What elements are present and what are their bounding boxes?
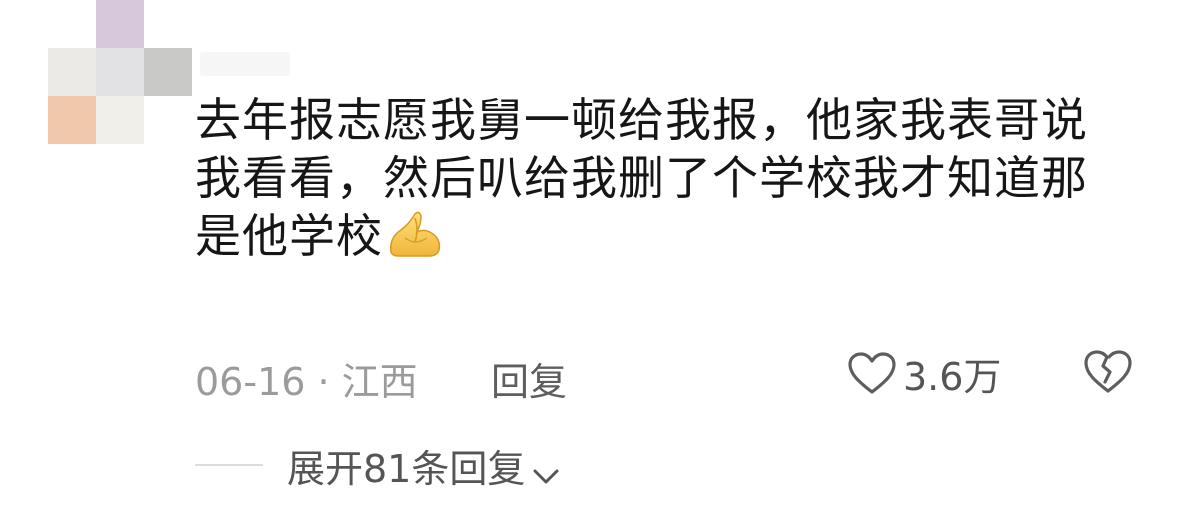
chevron-down-icon[interactable] — [531, 453, 561, 484]
hands-together-emoji-icon — [385, 208, 445, 260]
date-location: 06-16 · 江西 — [195, 360, 418, 404]
reply-button[interactable]: 回复 — [491, 351, 567, 406]
avatar-pixel — [144, 48, 192, 96]
comment-line: 我看看，然后叭给我删了个学校我才知道那 — [195, 151, 1088, 205]
comment-line-last: 是他学校 — [195, 208, 1155, 266]
comment-line-text: 是他学校 — [195, 209, 383, 263]
broken-heart-icon[interactable] — [1083, 349, 1133, 395]
divider-line — [195, 464, 263, 466]
comment-body: 去年报志愿我舅一顿给我报，他家我表哥说 我看看，然后叭给我删了个学校我才知道那 … — [195, 92, 1155, 266]
avatar-pixel — [96, 48, 144, 96]
username-blurred[interactable] — [200, 52, 290, 76]
like-count: 3.6万 — [903, 354, 1002, 399]
heart-outline-icon — [847, 351, 897, 395]
comment-line: 去年报志愿我舅一顿给我报，他家我表哥说 — [195, 93, 1088, 147]
expand-replies[interactable]: 展开81条回复 — [195, 438, 561, 493]
avatar-pixel — [96, 0, 144, 48]
expand-replies-label[interactable]: 展开81条回复 — [287, 438, 525, 493]
avatar-pixel — [48, 96, 96, 144]
comment-meta: 06-16 · 江西 回复 3.6万 — [195, 345, 1145, 404]
avatar-pixel — [96, 96, 144, 144]
avatar[interactable] — [48, 0, 198, 146]
avatar-pixel — [48, 48, 96, 96]
like-button[interactable]: 3.6万 — [847, 349, 1001, 399]
